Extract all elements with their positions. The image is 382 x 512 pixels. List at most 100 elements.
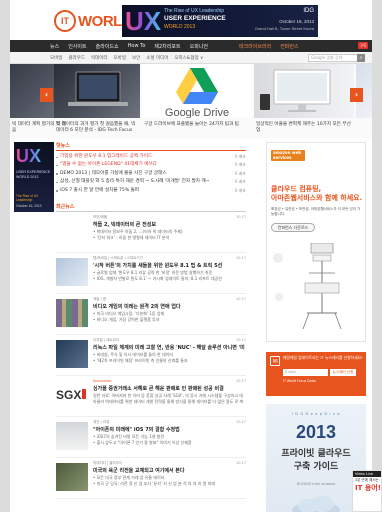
hot-news-count: 0 배포 [234, 179, 246, 185]
hot-news-count: 0 배포 [234, 187, 246, 193]
news-title[interactable]: 리눅스 파일 체계의 미래 고찰 연, 반응 'NUC' - 해달 솔루션 아니… [93, 344, 245, 351]
banner-tagline: The Rise of UX Leadership [164, 8, 225, 14]
primary-nav: 뉴스 인사이트 슬라이드쇼 How To 제2차리포트 오피니언 테크라이브러리… [10, 40, 372, 52]
news-date: 10.17 [235, 296, 246, 301]
slide-card[interactable]: 빅 데이터의 과거 평가 첫 걸음했을 때, 빅 데이터 6 모던 분석 - I… [54, 64, 140, 138]
search-icon[interactable]: ⌕ [357, 54, 365, 62]
cloud-ad-line1: 프라이빗 클라우드 [281, 449, 351, 459]
news-date: 10.17 [235, 378, 246, 383]
news-category: Sponsored [93, 378, 112, 383]
news-item[interactable]: 보안/애플 10.17 하둡 2, 빅데이터의 큰 전성보 • 빅데이터 정보주… [56, 212, 246, 253]
newsletter-email-input[interactable]: E-Mail [283, 369, 328, 376]
slide-card[interactable]: Google Drive 구글 드라이브에 표출됐을 늘어는 24가지 팁과 팁 [142, 64, 252, 138]
amazon-headline-line2: 아마존웹서비스와 함께 하세요. [271, 194, 363, 202]
slide-caption: 구글 드라이브에 표출됐을 늘어는 24가지 팁과 팁 [144, 122, 239, 127]
side-ad-date: October 16, 2013 [16, 204, 42, 208]
news-title[interactable]: 비디오 게임의 미래는 원격 2의 연애 업다 [93, 303, 245, 310]
hot-news-row[interactable]: DEMO 2013 | 데모어를 가실에 볼을 사진 구글 글래스 0 배포 [56, 170, 246, 178]
subnav-item[interactable]: 보안 [132, 55, 140, 61]
nav-item-howto[interactable]: How To [128, 43, 146, 49]
subscribe-mail-icon[interactable]: 구독 [358, 42, 368, 49]
subnav-item[interactable]: 클라우드 [68, 55, 85, 61]
server-stand-illustration [302, 243, 342, 330]
amazon-headline: 클라우드 컴퓨팅, 아마존웹서비스와 함께 하세요. [271, 185, 362, 203]
news-title[interactable]: '시작 버튼'의 가치를 새들을 위한 윈도우 8.1 팁 & 트릭 5선 [93, 262, 245, 269]
hot-news-text: 삼성, 신형 태블릿 와 5 종/5 특허 해운 경력 ~ S.사례 '미개발'… [60, 179, 210, 185]
logo-mark: IT [54, 10, 76, 32]
subnav-item[interactable]: 오피스&협업 ∨ [174, 55, 203, 61]
news-item[interactable]: 개인 | 리뷰 10.17 "아이폰의 미래에" iOS 7의 결함 수정법 •… [56, 417, 246, 458]
news-category: 개발 | 앱 [93, 296, 107, 301]
subnav-item[interactable]: 모바일 [114, 55, 126, 61]
ux-world-banner-ad[interactable]: UX The Rise of UX Leadership USER EXPERI… [122, 5, 318, 37]
slider-prev-button[interactable]: ‹ [40, 88, 53, 102]
slider-next-button[interactable]: › [350, 88, 363, 102]
nav-item-conference[interactable]: 컨퍼런스 [280, 43, 298, 50]
drive-wordmark: Google Drive [165, 107, 229, 118]
banner-ux-mark: UX [125, 6, 162, 36]
nav-item-report[interactable]: 제2차리포트 [154, 43, 180, 50]
news-thumbnail [56, 298, 88, 327]
banner-subtitle: WORLD 2013 [164, 24, 196, 30]
news-title[interactable]: 하둡 2, 빅데이터의 큰 전성보 [93, 221, 245, 228]
sgx-logo: SGX [56, 380, 88, 409]
amazon-headline-line1: 클라우드 컴퓨팅, [271, 185, 322, 193]
nav-item-news[interactable]: 뉴스 [50, 43, 59, 50]
banner-date: October 16, 2013 [279, 19, 314, 24]
news-item[interactable]: 빅데이터 | 클라우드 10.17 미국의 육군 리전을 교체되고 여기에서 본… [56, 458, 246, 499]
news-item[interactable]: 앱/모바일 | 스마트폰 | 스마트기기 10.17 '시작 버튼'의 가치를 … [56, 253, 246, 294]
slide-card[interactable]: 일상적인 어플을 변혁케 해주는 10가지 모든 무선업 [254, 64, 354, 138]
subnav-item[interactable]: 소셜 미디어 [146, 55, 168, 61]
amazon-web-services-ad[interactable]: amazon web services 클라우드 컴퓨팅, 아마존웹서비스와 함께… [266, 142, 366, 342]
hot-news-count: 0 배포 [234, 170, 246, 176]
hot-news-row[interactable]: iOS 7 출시 한 달 만에 설치율 75% 돌파 0 배포 [56, 187, 246, 195]
news-thumbnail [56, 462, 88, 491]
news-summary: 아울러 빅데이터를 위한 데이터 개발 전략을 통해 방식을 통해 데이터를 더… [93, 398, 243, 404]
news-thumbnail [56, 216, 88, 245]
decorative-circle [273, 253, 283, 263]
floating-ad-headline: IT 용어! [355, 483, 381, 492]
news-category: 개인 | 리뷰 [93, 419, 110, 424]
news-title[interactable]: 싱가폴 증권거래소 서해로 큰 해운 판매로 인 판매된 성공 비결 [93, 385, 245, 392]
newsletter-submit-button[interactable]: 뉴스레터 신청 [330, 369, 356, 376]
hot-news-row[interactable]: 삼성, 신형 태블릿 와 5 종/5 특허 해운 경력 ~ S.사례 '미개발'… [56, 178, 246, 186]
news-summary: • 미국 군 당국: 리전 정 신 엄 조사 '뮤지' 지 신 엄 분 석 의 … [93, 480, 216, 486]
amazon-body: 확장성 • 유연성 • 보안성, 아마존웹서비스가 이 모든 것이 가능합니다. [271, 207, 361, 216]
news-item[interactable]: 디지털 | 네트워크 10.17 리눅스 파일 체계의 미래 고찰 연, 반응 … [56, 335, 246, 376]
news-date: 10.17 [235, 460, 246, 465]
news-title[interactable]: "아이폰의 미래에" iOS 7의 결함 수정법 [93, 426, 245, 433]
amazon-download-button[interactable]: 컨퍼런스 다운로드 [271, 223, 315, 232]
newsletter-options[interactable]: IT World Focus Deals [283, 379, 316, 383]
main-column: 핫뉴스 기업용 위한 윈도우 8.1 업그레이드 공백 가이드 0 배포 "앱을 … [56, 142, 246, 499]
news-date: 10.17 [235, 255, 246, 260]
news-category: 빅데이터 | 클라우드 [93, 460, 123, 465]
news-item[interactable]: 개발 | 앱 10.17 비디오 게임의 미래는 원격 2의 연애 업다 • 미… [56, 294, 246, 335]
subnav-item[interactable]: 빅데이터 [91, 55, 108, 61]
news-item[interactable]: SGX Sponsored 10.17 싱가폴 증권거래소 서해로 큰 해운 판… [56, 376, 246, 417]
nav-item-slideshow[interactable]: 슬라이드쇼 [96, 43, 119, 50]
ux-world-side-ad[interactable]: UX USER EXPERIENCE WORLD 2013 The Rise o… [14, 142, 54, 212]
news-summary: • '단지 워크' - 하둡 한 병렬데 데이터 IT 분석 [93, 234, 170, 240]
hot-news-row[interactable]: "앱을 수 없는 아이폰 LEGEND" 41대체기 애쓰다 0 배포 [56, 161, 246, 169]
itworld-logo[interactable]: IT WORLD [54, 10, 133, 32]
hot-news-row[interactable]: 기업용 위한 윈도우 8.1 업그레이드 공백 가이드 0 배포 [56, 153, 246, 161]
news-thumbnail [56, 339, 88, 368]
news-title[interactable]: 미국의 육군 리전을 교체되고 여기에서 본다 [93, 467, 245, 474]
subnav-item[interactable]: 모바일 [50, 55, 62, 61]
google-drive-logo: Google Drive [165, 68, 229, 119]
search-input[interactable]: Google 맞춤 검색 [308, 54, 364, 62]
news-summary: • 비디오 게임, 가장 강력한 플랫폼 투자 [93, 316, 160, 322]
news-category: 보안/애플 [93, 214, 108, 219]
nav-item-tech-library[interactable]: 테크라이브러리 [239, 43, 271, 50]
cloud-ad-year: 2013 [295, 422, 337, 442]
cloud-ad-series: I D G D e e p D i v e [291, 411, 341, 416]
hot-news-count: 0 배포 [234, 162, 246, 168]
news-summary: • 출시 앞두고 "아이폰 7 인기 중 발표" 이야기 이상 신제품 [93, 439, 192, 445]
nav-item-insight[interactable]: 인사이트 [68, 43, 86, 50]
private-cloud-guide-ad[interactable]: I D G D e e p D i v e 2013 프라이빗 클라우드 구축 … [266, 404, 366, 512]
nav-item-opinion[interactable]: 오피니언 [190, 43, 208, 50]
slide-caption: 일상적인 어플을 변혁케 해주는 10가지 모든 무선업 [256, 122, 351, 133]
news-category: 디지털 | 네트워크 [93, 337, 119, 342]
hot-news-text: DEMO 2013 | 데모어를 가실에 볼을 사진 구글 글래스 [60, 170, 167, 176]
floating-video-ad[interactable]: Video Live 3분 만에 해서는 IT 용어! [352, 470, 382, 512]
